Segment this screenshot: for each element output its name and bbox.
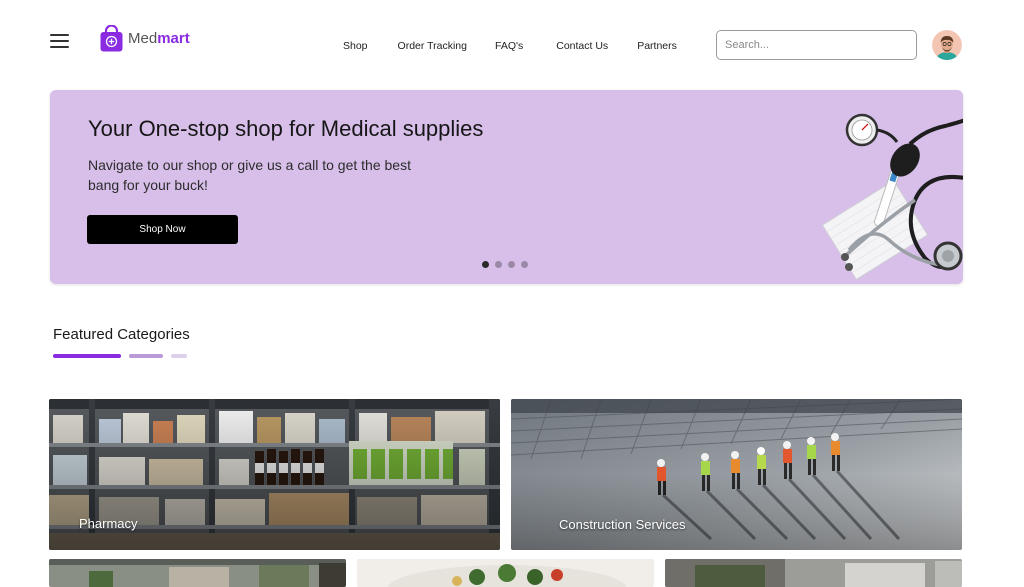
underline-bar [129, 354, 163, 358]
carousel-dot[interactable] [521, 261, 528, 268]
search-input[interactable] [716, 30, 917, 60]
category-label-pharmacy: Pharmacy [79, 516, 138, 531]
carousel-dot[interactable] [482, 261, 489, 268]
nav-faqs[interactable]: FAQ's [495, 40, 523, 52]
hero-banner: Your One-stop shop for Medical supplies … [50, 90, 963, 284]
nav-order-tracking[interactable]: Order Tracking [398, 40, 467, 52]
category-card-partial[interactable] [49, 559, 346, 587]
carousel-dot[interactable] [495, 261, 502, 268]
brand-name: Medmart [128, 30, 190, 47]
medical-supplies-illustration [821, 113, 963, 281]
brand-logo[interactable]: Medmart [100, 25, 190, 52]
top-header: Medmart Shop Order Tracking FAQ's Contac… [0, 0, 1024, 90]
category-card-partial[interactable] [665, 559, 962, 587]
category-card-construction-services[interactable]: Construction Services [511, 399, 962, 550]
main-navigation: Shop Order Tracking FAQ's Contact Us Par… [343, 40, 677, 52]
hero-title: Your One-stop shop for Medical supplies [88, 116, 484, 141]
user-avatar[interactable] [932, 30, 962, 60]
category-image-partial [357, 559, 654, 587]
underline-bar [171, 354, 187, 358]
nav-partners[interactable]: Partners [637, 40, 677, 52]
nav-shop[interactable]: Shop [343, 40, 368, 52]
category-image-partial [665, 559, 962, 587]
shop-now-button[interactable]: Shop Now [87, 215, 238, 244]
hero-subtitle: Navigate to our shop or give us a call t… [88, 157, 411, 193]
category-card-pharmacy[interactable]: Pharmacy [49, 399, 500, 550]
carousel-indicators [482, 261, 528, 268]
featured-categories-title: Featured Categories [53, 326, 190, 343]
hamburger-menu-icon[interactable] [50, 34, 69, 48]
user-avatar-icon [932, 30, 962, 60]
category-label-construction-services: Construction Services [559, 517, 686, 532]
underline-bar [53, 354, 121, 358]
category-card-partial[interactable] [357, 559, 654, 587]
category-image-partial [49, 559, 346, 587]
shopping-bag-icon [100, 25, 123, 52]
nav-contact-us[interactable]: Contact Us [556, 40, 608, 52]
carousel-dot[interactable] [508, 261, 515, 268]
